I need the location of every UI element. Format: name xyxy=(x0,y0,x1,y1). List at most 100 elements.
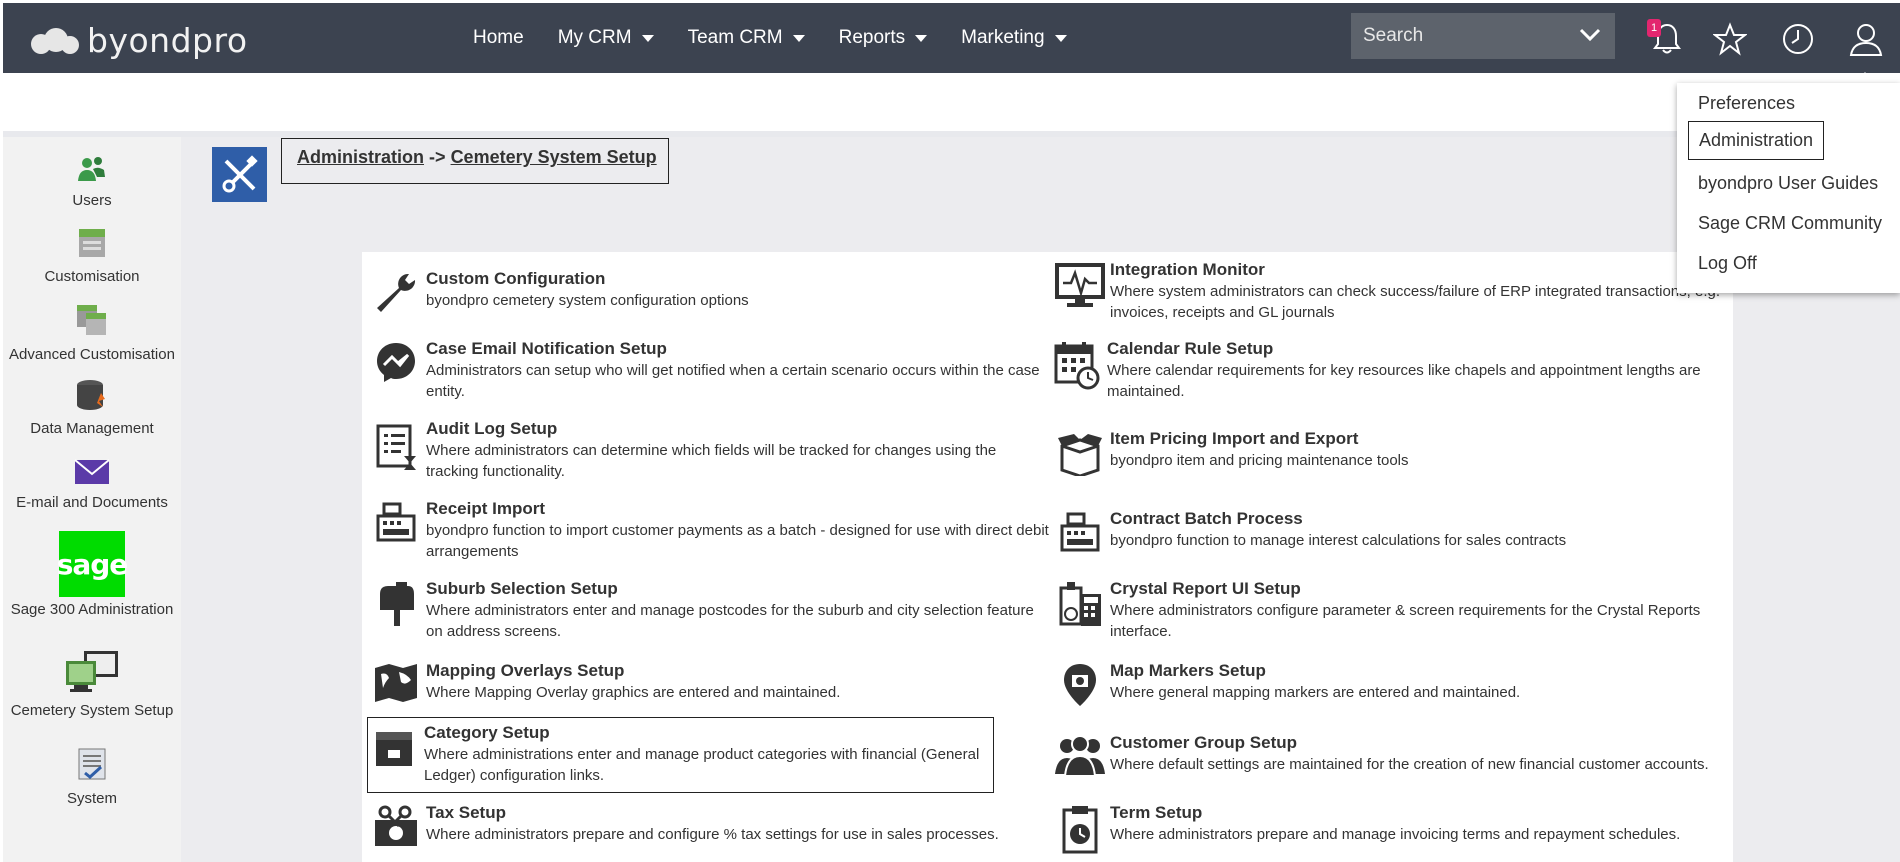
sage-logo-icon: sage xyxy=(56,531,129,597)
sidebar-item-label: Advanced Customisation xyxy=(9,346,175,363)
item-description: byondpro item and pricing maintenance to… xyxy=(1110,452,1409,469)
sidebar-item-label: System xyxy=(66,790,117,807)
custom-configuration-item[interactable]: Custom Configuration byondpro cemetery sy… xyxy=(370,268,1050,316)
item-description: byondpro function to manage interest cal… xyxy=(1110,532,1567,549)
item-description: Where administrators can determine which… xyxy=(426,442,997,480)
item-title: Suburb Selection Setup xyxy=(426,579,618,598)
caret-down-icon xyxy=(915,34,928,42)
map-marker-camera-icon xyxy=(1054,660,1106,708)
breadcrumb: Administration -> Cemetery System Setup xyxy=(281,138,669,184)
crystal-report-ui-setup-item[interactable]: Crystal Report UI Setup Where administrat… xyxy=(1054,578,1734,642)
breadcrumb-separator: -> xyxy=(429,147,446,167)
checklist-icon xyxy=(77,747,107,786)
sidebar-item-sage-300-administration[interactable]: sage Sage 300 Administration xyxy=(3,531,181,618)
receipt-import-item[interactable]: Receipt Import byondpro function to impor… xyxy=(370,498,1050,562)
sidebar-item-label: Cemetery System Setup xyxy=(10,702,174,719)
chevron-down-icon[interactable] xyxy=(1579,27,1601,48)
customer-group-setup-item[interactable]: Customer Group Setup Where default settin… xyxy=(1054,732,1734,776)
search-input[interactable] xyxy=(1351,25,1571,47)
item-description: Where Mapping Overlay graphics are enter… xyxy=(426,684,841,701)
item-title: Custom Configuration xyxy=(426,269,606,288)
item-title: Customer Group Setup xyxy=(1110,733,1298,752)
main-nav: Home My CRM Team CRM Reports Marketing xyxy=(473,3,1101,73)
top-navigation-bar: byondpro Home My CRM Team CRM Reports Ma… xyxy=(3,3,1900,73)
item-title: Receipt Import xyxy=(426,499,546,518)
sidebar-item-label: Customisation xyxy=(44,268,140,285)
sidebar-item-advanced-customisation[interactable]: Advanced Customisation xyxy=(3,303,181,363)
product-box-icon xyxy=(368,722,420,792)
sidebar-item-system[interactable]: System xyxy=(3,747,181,807)
item-title: Crystal Report UI Setup xyxy=(1110,579,1301,598)
audit-log-setup-item[interactable]: Audit Log Setup Where administrators can … xyxy=(370,418,1050,482)
dropdown-pointer xyxy=(1856,72,1874,83)
cash-register-icon xyxy=(1054,508,1106,554)
item-title: Item Pricing Import and Export xyxy=(1110,429,1359,448)
wrench-icon xyxy=(370,268,422,316)
item-title: Case Email Notification Setup xyxy=(426,339,667,358)
report-calculator-icon xyxy=(1054,578,1106,642)
nav-reports[interactable]: Reports xyxy=(839,27,928,49)
item-description: Where system administrators can check su… xyxy=(1110,283,1720,321)
customer-group-icon xyxy=(1054,732,1106,776)
menu-item-user-guides[interactable]: byondpro User Guides xyxy=(1698,173,1878,194)
menu-item-administration[interactable]: Administration xyxy=(1688,121,1825,160)
term-setup-item[interactable]: Term Setup Where administrators prepare a… xyxy=(1054,802,1734,854)
user-menu-button[interactable] xyxy=(1846,19,1886,59)
nav-home[interactable]: Home xyxy=(473,27,524,49)
nav-my-crm[interactable]: My CRM xyxy=(558,27,654,49)
monitor-pulse-icon xyxy=(1054,259,1106,323)
sidebar-item-label: E-mail and Documents xyxy=(16,494,168,511)
sidebar-item-cemetery-system-setup[interactable]: Cemetery System Setup xyxy=(3,649,181,719)
menu-item-log-off[interactable]: Log Off xyxy=(1698,253,1757,274)
nav-team-crm-label: Team CRM xyxy=(687,27,783,48)
sidebar-item-data-management[interactable]: Data Management xyxy=(3,379,181,437)
sidebar-item-customisation[interactable]: Customisation xyxy=(3,227,181,285)
sidebar-item-users[interactable]: Users xyxy=(3,155,181,209)
messenger-icon xyxy=(370,338,422,402)
clipboard-clock-icon xyxy=(1054,802,1106,854)
item-title: Audit Log Setup xyxy=(426,419,558,438)
favorites-button[interactable] xyxy=(1710,19,1750,59)
breadcrumb-cemetery-system-setup-link[interactable]: Cemetery System Setup xyxy=(451,147,657,167)
item-description: Where general mapping markers are entere… xyxy=(1110,684,1521,701)
calendar-rule-setup-item[interactable]: Calendar Rule Setup Where calendar requir… xyxy=(1051,338,1731,402)
item-description: Where administrators prepare and configu… xyxy=(426,826,999,843)
admin-sidebar: Users Customisation Advanced Customisati… xyxy=(3,137,181,862)
logo-mark-icon xyxy=(31,24,83,58)
tax-scissors-icon xyxy=(370,802,422,850)
case-email-notification-setup-item[interactable]: Case Email Notification Setup Administrat… xyxy=(370,338,1050,402)
menu-item-sage-crm-community[interactable]: Sage CRM Community xyxy=(1698,213,1882,234)
recent-button[interactable] xyxy=(1778,19,1818,59)
contract-batch-process-item[interactable]: Contract Batch Process byondpro function … xyxy=(1054,508,1734,554)
suburb-selection-setup-item[interactable]: Suburb Selection Setup Where administrato… xyxy=(370,578,1050,642)
breadcrumb-administration-link[interactable]: Administration xyxy=(297,147,424,167)
logo-text: byondpro xyxy=(87,21,248,60)
envelope-icon xyxy=(74,459,110,490)
notifications-button[interactable]: 1 xyxy=(1647,19,1687,59)
menu-item-preferences[interactable]: Preferences xyxy=(1698,93,1795,114)
item-pricing-import-and-export-item[interactable]: Item Pricing Import and Export byondpro i… xyxy=(1054,428,1734,476)
category-setup-item[interactable]: Category Setup Where administrations ente… xyxy=(367,717,994,793)
sidebar-item-email-and-documents[interactable]: E-mail and Documents xyxy=(3,459,181,511)
integration-monitor-item[interactable]: Integration Monitor Where system administ… xyxy=(1054,259,1734,323)
tax-setup-item[interactable]: Tax Setup Where administrators prepare an… xyxy=(370,802,1050,850)
item-title: Category Setup xyxy=(424,723,550,742)
cash-register-icon xyxy=(370,498,422,562)
sage-logo-text: sage xyxy=(56,547,129,581)
nav-team-crm[interactable]: Team CRM xyxy=(688,27,805,49)
item-description: byondpro function to import customer pay… xyxy=(426,522,1049,560)
byondpro-logo[interactable]: byondpro xyxy=(31,21,248,60)
nav-my-crm-label: My CRM xyxy=(557,27,632,48)
map-markers-setup-item[interactable]: Map Markers Setup Where general mapping m… xyxy=(1054,660,1734,708)
sidebar-item-label: Sage 300 Administration xyxy=(10,601,174,618)
calendar-clock-icon xyxy=(1051,338,1103,402)
caret-down-icon xyxy=(1054,34,1067,42)
nav-marketing[interactable]: Marketing xyxy=(961,27,1067,49)
mapping-overlays-setup-item[interactable]: Mapping Overlays Setup Where Mapping Over… xyxy=(370,660,1050,704)
item-description: Administrators can setup who will get no… xyxy=(426,362,1040,400)
item-description: Where administrators configure parameter… xyxy=(1110,602,1701,640)
caret-down-icon xyxy=(641,34,654,42)
item-description: Where administrators enter and manage po… xyxy=(426,602,1034,640)
nav-reports-label: Reports xyxy=(838,27,906,48)
customisation-icon xyxy=(77,227,107,264)
